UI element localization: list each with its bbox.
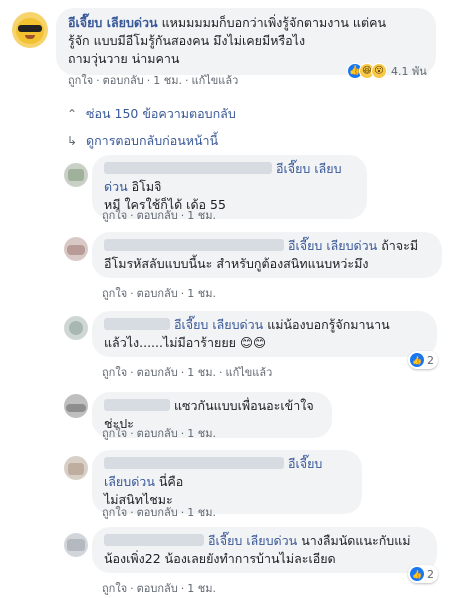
main-comment-actions: ถูกใจ · ตอบกลับ · 1 ชม. · แก้ไขแล้ว — [68, 74, 239, 87]
reply-actions: ถูกใจ · ตอบกลับ · 1 ชม. — [102, 287, 216, 300]
reply-like-badge[interactable]: 👍 2 — [408, 565, 438, 583]
reply-time[interactable]: 1 ชม. — [187, 582, 216, 595]
reply-link[interactable]: ตอบกลับ — [137, 506, 178, 519]
reply-time[interactable]: 1 ชม. — [187, 506, 216, 519]
like-link[interactable]: ถูกใจ — [102, 366, 127, 379]
reply-avatar[interactable] — [64, 163, 88, 187]
mention-tag[interactable]: อีเจี๊ยบ เลียบด่วน — [288, 238, 377, 253]
reply-arrow-icon: ↳ — [66, 134, 78, 148]
blurred-username — [104, 534, 204, 546]
reaction-count: 4.1 พัน — [391, 65, 427, 78]
reply-avatar[interactable] — [64, 394, 88, 418]
reply-actions: ถูกใจ · ตอบกลับ · 1 ชม. — [102, 209, 216, 222]
reply-text-line-1: แม่น้องบอกรู้จักมานาน — [263, 317, 390, 332]
chevron-up-icon: ⌃ — [66, 107, 78, 121]
reply-actions: ถูกใจ · ตอบกลับ · 1 ชม. — [102, 506, 216, 519]
reply-bubble: อีเจี๊ยบ เลียบด่วน ถ้าจะมี อีโมรหัสลับแบ… — [92, 232, 442, 278]
comment-author-name[interactable]: อีเจี๊ยบ เลียบด่วน — [68, 15, 158, 30]
hide-replies-label: ซ่อน 150 ข้อความตอบกลับ — [86, 106, 236, 121]
reply-time[interactable]: 1 ชม. — [187, 209, 216, 222]
like-icon: 👍 — [410, 353, 424, 367]
edited-label: แก้ไขแล้ว — [191, 74, 239, 87]
reply-time[interactable]: 1 ชม. — [187, 427, 216, 440]
reply-avatar[interactable] — [64, 237, 88, 261]
reply-bubble: อีเจี๊ยบ เลียบด่วน นางลืมนัดแนะกับแม่ น้… — [92, 527, 437, 573]
like-link[interactable]: ถูกใจ — [102, 287, 127, 300]
reply-text-line-2: แล้วไง......ไม่มีอาร้ายยย 😊😊 — [104, 335, 266, 350]
blurred-username — [104, 318, 170, 330]
comment-time[interactable]: 1 ชม. — [153, 74, 182, 87]
reply-text-line-2: น้องเพิ่ง22 น้องเลยยังทำการบ้านไม่ละเอีย… — [104, 551, 336, 566]
sunglasses-icon — [18, 25, 42, 32]
reply-bubble: อีเจี๊ยบ เลียบด่วน แม่น้องบอกรู้จักมานาน… — [92, 311, 437, 357]
wow-icon: 😮 — [371, 63, 387, 79]
author-avatar[interactable] — [12, 12, 48, 48]
reply-text-line-1: ถ้าจะมี — [377, 238, 419, 253]
reply-link[interactable]: ตอบกลับ — [137, 287, 178, 300]
like-count: 2 — [427, 567, 434, 581]
like-link[interactable]: ถูกใจ — [102, 427, 127, 440]
mention-tag[interactable]: อีเจี๊ยบ เลียบด่วน — [174, 317, 263, 332]
like-link[interactable]: ถูกใจ — [102, 209, 127, 222]
reply-avatar[interactable] — [64, 533, 88, 557]
view-previous-replies-link[interactable]: ↳ ดูการตอบกลับก่อนหน้านี้ — [65, 131, 218, 151]
like-icon: 👍 — [410, 567, 424, 581]
reply-text-line-2: อีโมรหัสลับแบบนี้นะ สำหรับกูต้องสนิทแนบห… — [104, 256, 369, 271]
reply-link[interactable]: ตอบกลับ — [137, 366, 178, 379]
reply-actions: ถูกใจ · ตอบกลับ · 1 ชม. · แก้ไขแล้ว — [102, 366, 273, 379]
reply-actions: ถูกใจ · ตอบกลับ · 1 ชม. — [102, 582, 216, 595]
view-previous-replies-label: ดูการตอบกลับก่อนหน้านี้ — [86, 133, 219, 148]
reply-link[interactable]: ตอบกลับ — [137, 209, 178, 222]
reaction-summary[interactable]: 👍 😆 😮 4.1 พัน — [347, 62, 427, 80]
blurred-username — [104, 399, 170, 411]
reply-actions: ถูกใจ · ตอบกลับ · 1 ชม. — [102, 427, 216, 440]
reply-link[interactable]: ตอบกลับ — [103, 74, 144, 87]
reply-avatar[interactable] — [64, 456, 88, 480]
reply-text-line-1: นี่คือ — [154, 474, 184, 489]
reply-link[interactable]: ตอบกลับ — [137, 582, 178, 595]
blurred-username — [104, 239, 284, 251]
comment-text-line-2: รู้จัก แบบมีอีโมรู้กันสองคน มึงไม่เคยมีห… — [68, 33, 306, 48]
like-link[interactable]: ถูกใจ — [102, 506, 127, 519]
like-link[interactable]: ถูกใจ — [102, 582, 127, 595]
reply-like-badge[interactable]: 👍 2 — [408, 351, 438, 369]
reply-avatar[interactable] — [64, 316, 88, 340]
mention-tag[interactable]: อีเจี๊ยบ เลียบด่วน — [208, 533, 297, 548]
reply-text-line-1: นางลืมนัดแนะกับแม่ — [297, 533, 411, 548]
edited-label: แก้ไขแล้ว — [225, 366, 273, 379]
reply-time[interactable]: 1 ชม. — [187, 287, 216, 300]
reply-link[interactable]: ตอบกลับ — [137, 427, 178, 440]
reply-text-line-1: อิโมจิ — [127, 179, 162, 194]
like-count: 2 — [427, 353, 434, 367]
reply-time[interactable]: 1 ชม. — [187, 366, 216, 379]
blurred-username — [104, 457, 284, 469]
like-link[interactable]: ถูกใจ — [68, 74, 93, 87]
comment-text-line-1: แหมมมมมก็บอกว่าเพิ่งรู้จักตามงาน แต่คน — [157, 15, 386, 30]
blurred-username — [104, 162, 272, 174]
hide-replies-link[interactable]: ⌃ ซ่อน 150 ข้อความตอบกลับ — [65, 104, 236, 124]
